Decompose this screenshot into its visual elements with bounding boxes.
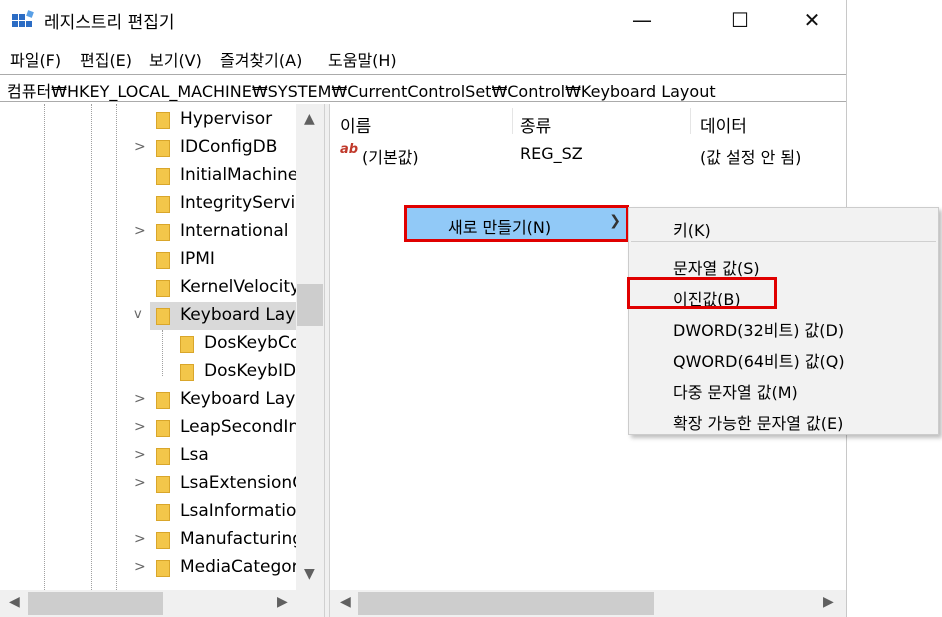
- regedit-app-icon: [12, 10, 34, 30]
- new-submenu: 키(K) 문자열 값(S) 이진값(B) DWORD(32비트) 값(D) QW…: [628, 207, 939, 435]
- menu-bar: 파일(F) 편집(E) 보기(V) 즐겨찾기(A) 도움말(H): [0, 44, 846, 72]
- address-bar[interactable]: 컴퓨터₩HKEY_LOCAL_MACHINE₩SYSTEM₩CurrentCon…: [0, 74, 846, 102]
- folder-icon: [180, 336, 194, 353]
- maximize-icon: ☐: [731, 8, 749, 32]
- scroll-down-icon[interactable]: ▼: [304, 566, 315, 582]
- close-icon: ✕: [803, 8, 821, 32]
- tree-hscroll-thumb[interactable]: [28, 592, 163, 615]
- value-name: (기본값): [362, 148, 419, 167]
- tree-guide-line: [116, 104, 117, 590]
- tree-node-label: IDConfigDB: [180, 137, 278, 157]
- folder-icon: [156, 392, 170, 409]
- menu-edit[interactable]: 편집(E): [80, 47, 132, 71]
- column-header-type[interactable]: 종류: [520, 112, 551, 137]
- folder-icon: [156, 168, 170, 185]
- column-divider[interactable]: [690, 108, 691, 134]
- minimize-button[interactable]: —: [612, 0, 672, 40]
- tree-node-label: DosKeybCo: [204, 333, 301, 353]
- tree-node-label: KernelVelocity: [180, 277, 301, 297]
- tree-node-label: Keyboard Layo: [180, 389, 306, 409]
- folder-icon: [156, 308, 170, 325]
- expander-icon[interactable]: >: [134, 139, 146, 155]
- menu-view[interactable]: 보기(V): [149, 47, 202, 71]
- tree-node-label: DosKeybIDs: [204, 361, 305, 381]
- tree-node-label: Keyboard Layo: [180, 305, 306, 325]
- expander-icon[interactable]: >: [134, 475, 146, 491]
- column-header-name[interactable]: 이름: [340, 112, 371, 137]
- minimize-icon: —: [632, 8, 652, 32]
- value-type: REG_SZ: [520, 144, 583, 163]
- close-button[interactable]: ✕: [782, 0, 842, 40]
- tree-node-label: Hypervisor: [180, 109, 273, 129]
- tree-pane: Hypervisor > IDConfigDB InitialMachineC …: [0, 104, 324, 590]
- address-path: 컴퓨터₩HKEY_LOCAL_MACHINE₩SYSTEM₩CurrentCon…: [7, 82, 716, 101]
- submenu-item-multistring[interactable]: 다중 문자열 값(M): [673, 379, 798, 403]
- submenu-item-dword[interactable]: DWORD(32비트) 값(D): [673, 317, 844, 341]
- scroll-up-icon[interactable]: ▲: [304, 111, 315, 127]
- annotation-highlight-box: [627, 277, 777, 309]
- folder-icon: [156, 196, 170, 213]
- folder-icon: [156, 504, 170, 521]
- folder-icon: [156, 420, 170, 437]
- menu-file[interactable]: 파일(F): [10, 47, 61, 71]
- tree-node-selected[interactable]: v Keyboard Layo: [134, 302, 306, 330]
- tree-node-label: InitialMachineC: [180, 165, 311, 185]
- scroll-right-icon[interactable]: ▶: [277, 594, 288, 610]
- tree-node-label: MediaCategori: [180, 557, 304, 577]
- folder-icon: [156, 476, 170, 493]
- window-title: 레지스트리 편집기: [44, 13, 175, 33]
- tree-node-label: Manufacturing: [180, 529, 304, 549]
- folder-icon: [156, 560, 170, 577]
- submenu-item-key[interactable]: 키(K): [673, 217, 711, 241]
- expander-icon[interactable]: >: [134, 391, 146, 407]
- menu-help[interactable]: 도움말(H): [328, 47, 397, 71]
- submenu-item-string[interactable]: 문자열 값(S): [673, 255, 760, 279]
- column-divider[interactable]: [512, 108, 513, 134]
- folder-icon: [156, 140, 170, 157]
- column-header-data[interactable]: 데이터: [700, 112, 747, 137]
- scroll-right-icon[interactable]: ▶: [823, 594, 834, 610]
- scroll-left-icon[interactable]: ◀: [9, 594, 20, 610]
- value-data: (값 설정 안 됨): [700, 148, 802, 167]
- folder-icon: [156, 448, 170, 465]
- tree-scroll-thumb[interactable]: [297, 284, 323, 326]
- tree-node-label: LsaExtensionCo: [180, 473, 315, 493]
- tree-node-label: Lsa: [180, 445, 209, 465]
- expander-icon[interactable]: >: [134, 447, 146, 463]
- folder-icon: [156, 280, 170, 297]
- maximize-button[interactable]: ☐: [710, 0, 770, 40]
- tree-node-label: LeapSecondInf: [180, 417, 306, 437]
- menu-separator: [631, 241, 936, 242]
- folder-icon: [156, 224, 170, 241]
- submenu-item-expandable-string[interactable]: 확장 가능한 문자열 값(E): [673, 410, 843, 434]
- tree-node-label: IntegrityService: [180, 193, 315, 213]
- folder-icon: [156, 252, 170, 269]
- tree-vertical-scrollbar[interactable]: [296, 104, 324, 590]
- folder-icon: [156, 112, 170, 129]
- expander-icon[interactable]: >: [134, 419, 146, 435]
- folder-icon: [156, 532, 170, 549]
- tree-guide-line: [44, 104, 45, 590]
- title-bar: 레지스트리 편집기 — ☐ ✕: [0, 0, 846, 40]
- folder-icon: [180, 364, 194, 381]
- expander-icon[interactable]: >: [134, 559, 146, 575]
- tree-node-label: IPMI: [180, 249, 215, 269]
- list-hscroll-thumb[interactable]: [358, 592, 654, 615]
- tree-node-label: International: [180, 221, 289, 241]
- tree-guide-line: [91, 104, 92, 590]
- expander-icon[interactable]: >: [134, 223, 146, 239]
- menu-favorites[interactable]: 즐겨찾기(A): [220, 47, 302, 71]
- string-value-icon: ab: [340, 142, 359, 157]
- submenu-item-qword[interactable]: QWORD(64비트) 값(Q): [673, 348, 845, 372]
- chevron-down-icon[interactable]: v: [134, 307, 144, 322]
- scroll-left-icon[interactable]: ◀: [340, 594, 351, 610]
- annotation-highlight-box: [404, 205, 629, 242]
- expander-icon[interactable]: >: [134, 531, 146, 547]
- tree-node-label: LsaInformation: [180, 501, 308, 521]
